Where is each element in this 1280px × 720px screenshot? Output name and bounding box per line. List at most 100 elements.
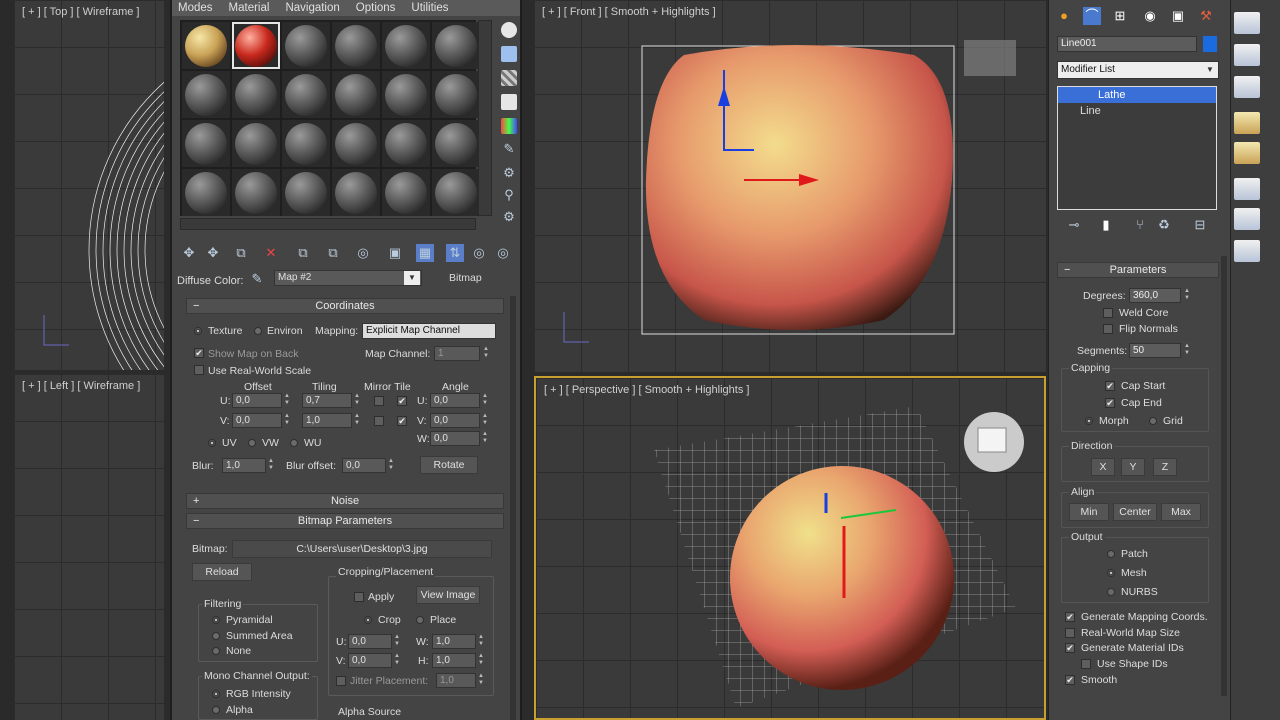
parameters-rollout[interactable]: − Parameters [1057,262,1219,278]
segments-spinner[interactable]: ▲ ▼ [1183,343,1191,358]
object-color-swatch[interactable] [1203,36,1217,52]
menu-material[interactable]: Material [229,0,270,16]
map-name-field[interactable]: Map #2 [274,270,422,286]
crop-u-field[interactable]: 0,0 [348,634,392,649]
modify-tab-icon[interactable]: ⌒ [1083,7,1101,25]
uv-radio[interactable] [208,439,216,447]
material-slot[interactable] [382,71,430,118]
mapping-select[interactable]: Explicit Map Channel [362,323,496,339]
menu-modes[interactable]: Modes [178,0,213,16]
material-slot[interactable] [382,120,430,167]
v-tiling-spinner[interactable]: ▲ ▼ [353,413,361,428]
u-offset-spinner[interactable]: ▲ ▼ [283,393,291,408]
menu-utilities[interactable]: Utilities [411,0,448,16]
morph-radio[interactable] [1085,417,1093,425]
motion-tab-icon[interactable]: ◉ [1141,7,1159,25]
material-slot[interactable] [282,22,330,69]
use-real-world-checkbox[interactable] [194,365,204,375]
slots-hscroll[interactable] [180,218,476,230]
assign-to-selection-icon[interactable]: ⧉ [232,244,250,262]
rotate-button[interactable]: Rotate [420,456,478,474]
place-radio[interactable] [416,616,424,624]
v-angle-spinner[interactable]: ▲ ▼ [481,413,489,428]
material-slot[interactable] [182,71,230,118]
apply-checkbox[interactable] [354,592,364,602]
map-channel-field[interactable]: 1 [434,346,480,361]
rgb-intensity-radio[interactable] [212,690,220,698]
put-to-scene-icon[interactable]: ✥ [204,244,222,262]
menu-options[interactable]: Options [356,0,396,16]
direction-z-button[interactable]: Z [1153,458,1177,476]
display-tab-icon[interactable]: ▣ [1169,7,1187,25]
degrees-field[interactable]: 360,0 [1129,288,1181,303]
material-slot[interactable] [182,22,230,69]
material-slot[interactable] [432,169,480,216]
pin-stack-icon[interactable]: ⊸ [1065,216,1083,234]
vw-radio[interactable] [248,439,256,447]
crop-v-field[interactable]: 0,0 [348,653,392,668]
material-slot[interactable] [182,169,230,216]
environ-radio[interactable] [254,327,262,335]
material-slot[interactable] [182,120,230,167]
crop-h-spinner[interactable]: ▲ ▼ [477,653,485,668]
material-slot[interactable] [232,22,280,69]
material-slot[interactable] [232,120,280,167]
w-angle-spinner[interactable]: ▲ ▼ [481,431,489,446]
go-forward-sibling-icon[interactable]: ◎ [470,244,488,262]
direction-y-button[interactable]: Y [1121,458,1145,476]
grid-radio[interactable] [1149,417,1157,425]
v-tile-checkbox[interactable]: ✔ [397,416,407,426]
u-angle-field[interactable]: 0,0 [430,393,480,408]
slots-vscroll[interactable] [478,20,492,216]
u-offset-field[interactable]: 0,0 [232,393,282,408]
u-tiling-spinner[interactable]: ▲ ▼ [353,393,361,408]
show-map-icon[interactable]: ▣ [386,244,404,262]
blur-offset-field[interactable]: 0,0 [342,458,386,473]
align-min-button[interactable]: Min [1069,503,1109,521]
bitmap-path-button[interactable]: C:\Users\user\Desktop\3.jpg [232,540,492,558]
go-to-parent-icon[interactable]: ⇅ [446,244,464,262]
make-unique-toggle-icon[interactable]: ⑂ [1131,216,1149,234]
menu-navigation[interactable]: Navigation [285,0,339,16]
jitter-spinner[interactable]: ▲ ▼ [477,673,485,688]
material-slot[interactable] [232,71,280,118]
toolbar-icon[interactable] [1234,44,1260,66]
video-color-check-icon[interactable] [501,118,517,134]
degrees-spinner[interactable]: ▲ ▼ [1183,288,1191,303]
go-to-sibling-icon[interactable]: ◎ [494,244,512,262]
material-slot[interactable] [232,169,280,216]
u-mirror-checkbox[interactable] [374,396,384,406]
jitter-checkbox[interactable] [336,676,346,686]
background-icon[interactable] [501,70,517,86]
sample-type-icon[interactable] [501,22,517,38]
align-max-button[interactable]: Max [1161,503,1201,521]
nurbs-radio[interactable] [1107,588,1115,596]
get-material-icon[interactable]: ✥ [180,244,198,262]
crop-v-spinner[interactable]: ▲ ▼ [393,653,401,668]
jitter-field[interactable]: 1,0 [436,673,476,688]
material-editor-scrollbar[interactable] [510,296,516,720]
stack-item-line[interactable]: Line [1058,103,1216,119]
weld-core-checkbox[interactable] [1103,308,1113,318]
backlight-icon[interactable] [501,46,517,62]
viewport-left-label[interactable]: [ + ] [ Left ] [ Wireframe ] [22,380,140,392]
material-slot[interactable] [282,169,330,216]
blur-spinner[interactable]: ▲ ▼ [267,458,275,473]
map-name-dropdown[interactable]: ▼ [404,271,420,285]
v-offset-spinner[interactable]: ▲ ▼ [283,413,291,428]
material-slot[interactable] [432,120,480,167]
crop-u-spinner[interactable]: ▲ ▼ [393,634,401,649]
material-slot[interactable] [382,22,430,69]
none-radio[interactable] [212,647,220,655]
viewport-left[interactable]: [ + ] [ Left ] [ Wireframe ] [14,374,164,720]
u-tiling-field[interactable]: 0,7 [302,393,352,408]
remove-modifier-icon[interactable]: ♻ [1155,216,1173,234]
modifier-list-dropdown[interactable]: Modifier List [1057,61,1219,79]
align-center-button[interactable]: Center [1113,503,1157,521]
v-mirror-checkbox[interactable] [374,416,384,426]
viewport-top[interactable]: [ + ] [ Top ] [ Wireframe ] [14,0,164,370]
put-to-library-icon[interactable]: ⧉ [324,244,342,262]
alpha-radio[interactable] [212,706,220,714]
reload-button[interactable]: Reload [192,563,252,581]
create-tab-icon[interactable]: ● [1055,7,1073,25]
